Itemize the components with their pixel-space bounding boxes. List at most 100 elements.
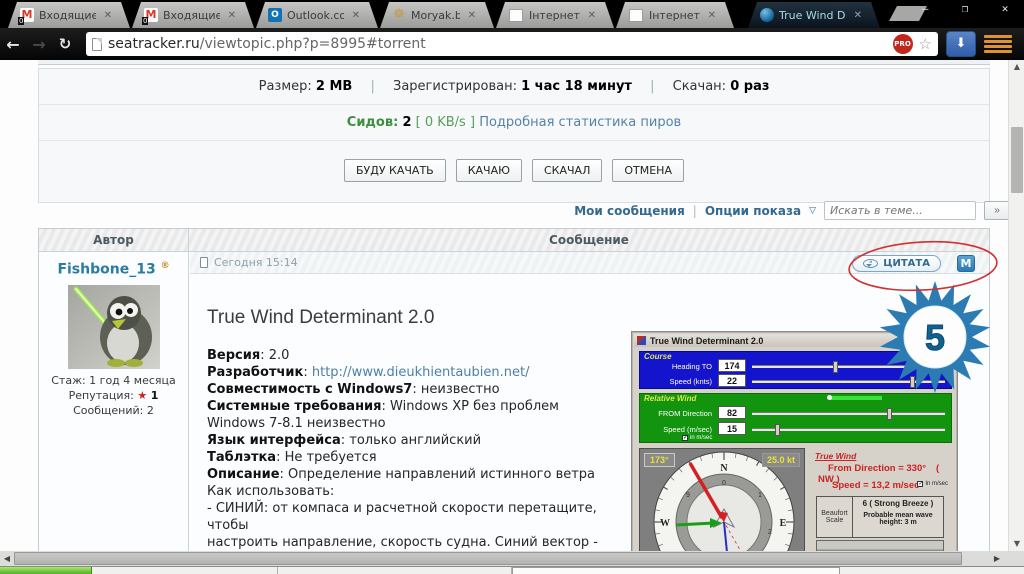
peer-statistics-link[interactable]: Подробная статистика пиров: [479, 115, 681, 130]
tab-title: Moryak.biz -: [411, 9, 460, 22]
moderator-button[interactable]: M: [957, 255, 975, 272]
svg-text:9: 9: [686, 492, 690, 499]
scroll-down-arrow[interactable]: ▼: [1009, 537, 1024, 551]
seatracker-icon: [760, 8, 774, 22]
restore-button[interactable]: ❐: [952, 0, 978, 18]
post-meta-row: Сегодня 15:14 ❝ ЦИТАТА M: [190, 252, 989, 274]
developer-link[interactable]: http://www.dieukhientaubien.net/: [312, 365, 530, 380]
scroll-up-arrow[interactable]: ▲: [1009, 60, 1024, 74]
url-text[interactable]: seatracker.ru/viewtopic.php?p=8995#torre…: [108, 36, 887, 52]
tab-title: Інтернет-пош: [649, 9, 700, 22]
back-button[interactable]: ←: [0, 35, 26, 54]
svg-text:2: 2: [768, 529, 772, 536]
post-line: Язык интерфейса: только английский: [207, 432, 637, 449]
tab-close-icon[interactable]: ✕: [465, 10, 476, 21]
download-manager-button[interactable]: ⬇: [946, 31, 976, 57]
vertical-scroll-thumb[interactable]: [1011, 127, 1023, 193]
ship-speed-value[interactable]: 22: [718, 374, 746, 387]
svg-text:W: W: [660, 518, 670, 529]
browser-tab-2[interactable]: M0Входящие - ✕: [132, 2, 254, 28]
close-window-button[interactable]: ✕: [992, 0, 1018, 18]
page-viewport: ❄❄❄❄❄❄❄❄ Размер: 2 MB | Зарегистрирован:…: [0, 60, 1024, 551]
post-line: Разработчик: http://www.dieukhientaubien…: [207, 364, 637, 381]
torrent-action-button-4[interactable]: ОТМЕНА: [612, 159, 684, 182]
scroll-left-arrow[interactable]: ◀: [0, 551, 14, 566]
menu-button[interactable]: [984, 31, 1012, 57]
svg-text:1: 1: [758, 492, 762, 499]
wind-speed-slider[interactable]: [752, 428, 945, 431]
post-line: Описание: Определение направлений истинн…: [207, 466, 637, 483]
post-line: Таблэтка: Не требуется: [207, 449, 637, 466]
forward-button[interactable]: →: [26, 35, 52, 54]
tab-close-icon[interactable]: ✕: [585, 10, 596, 21]
post-body: Версия: 2.0Разработчик: http://www.dieuk…: [207, 347, 637, 551]
rating-value: 5: [925, 317, 945, 358]
torrent-action-button-2[interactable]: КАЧАЮ: [456, 159, 522, 182]
table-header: Автор Сообщение: [39, 229, 989, 252]
torrent-action-button-1[interactable]: БУДУ КАЧАТЬ: [344, 159, 446, 182]
tab-close-icon[interactable]: ✕: [225, 10, 236, 21]
relative-wind-panel: Relative Wind FROM Direction 82 Speed (m…: [639, 393, 952, 443]
torrent-action-button-3[interactable]: СКАЧАЛ: [532, 159, 602, 182]
tab-close-icon[interactable]: ✕: [349, 10, 360, 21]
registered-label: Зарегистрирован:: [393, 79, 517, 94]
minimize-button[interactable]: —: [912, 0, 938, 18]
true-wind-units-checkbox[interactable]: ✓ In m/sec: [917, 481, 948, 487]
url-domain: seatracker.ru: [108, 36, 200, 52]
browser-tab-6[interactable]: Інтернет-пош ✕: [616, 2, 734, 28]
compass-heading-readout: 173°: [644, 453, 675, 467]
browser-window: M0Входящие - ✕M0Входящие - ✕OOutlook.com…: [0, 0, 1024, 574]
tab-strip: M0Входящие - ✕M0Входящие - ✕OOutlook.com…: [0, 0, 1024, 28]
document-icon: [509, 9, 523, 22]
bookmark-star-icon[interactable]: ☆: [919, 37, 932, 52]
tab-title: Входящие -: [39, 9, 96, 22]
horizontal-scrollbar[interactable]: ◀ ▶: [0, 551, 1024, 566]
wind-speed-units-checkbox[interactable]: ✓ in m/sec: [682, 435, 712, 441]
address-bar[interactable]: seatracker.ru/viewtopic.php?p=8995#torre…: [86, 32, 938, 56]
beaufort-scale-label: Beaufort Scale: [817, 497, 853, 537]
quote-button[interactable]: ❝ ЦИТАТА: [852, 255, 941, 272]
horizontal-scroll-thumb[interactable]: [14, 552, 962, 565]
browser-tab-7[interactable]: True Wind Det✕: [748, 2, 880, 28]
rating-badge: 5: [878, 280, 992, 394]
tab-close-icon[interactable]: ✕: [705, 10, 716, 21]
scroll-right-arrow[interactable]: ▶: [990, 551, 1004, 566]
post-line: настроить направление, скорость судна. С…: [207, 534, 637, 551]
browser-tab-1[interactable]: M0 Входящие - ✕: [8, 2, 130, 28]
reload-button[interactable]: ↻: [52, 35, 78, 53]
taskbar-green-segment[interactable]: [0, 567, 92, 574]
page-icon: [92, 38, 102, 51]
browser-tab-4[interactable]: ☸Moryak.biz - ✕: [380, 2, 494, 28]
message-column-header: Сообщение: [189, 229, 989, 251]
username-link[interactable]: Fishbone_13 ®: [39, 261, 188, 278]
search-in-topic-input[interactable]: [824, 201, 976, 220]
beaufort-table: Beaufort Scale 6 ( Strong Breeze ) Proba…: [816, 496, 944, 538]
author-cell: Fishbone_13 ®: [39, 252, 189, 551]
quote-bubble-icon: ❝: [863, 259, 878, 268]
vertical-scrollbar[interactable]: ▲ ▼: [1008, 60, 1024, 551]
document-icon: [629, 9, 643, 22]
pro-extension-badge[interactable]: PRO: [893, 34, 913, 54]
reputation-star-icon: ★: [137, 389, 147, 402]
wind-speed-value[interactable]: 15: [718, 422, 746, 435]
avatar: [68, 285, 160, 369]
browser-tab-5[interactable]: Інтернет-пош✕: [496, 2, 614, 28]
post-line: Как использовать:: [207, 483, 637, 500]
my-messages-link[interactable]: Мои сообщения: [574, 204, 685, 218]
chevron-down-icon[interactable]: ▽: [809, 206, 816, 216]
checkbox-icon: ✓: [682, 435, 688, 441]
display-options-link[interactable]: Опции показа: [705, 204, 801, 218]
app-title: True Wind Determinant 2.0: [650, 336, 763, 346]
tab-close-icon[interactable]: ✕: [851, 10, 862, 21]
search-go-button[interactable]: »: [984, 201, 1010, 220]
gmail-icon: M0: [20, 8, 34, 22]
tab-close-icon[interactable]: ✕: [101, 10, 112, 21]
browser-tab-3[interactable]: OOutlook.com✕: [256, 2, 378, 28]
wind-direction-value[interactable]: 82: [718, 406, 746, 419]
wind-direction-slider[interactable]: [752, 412, 945, 415]
author-column-header: Автор: [39, 229, 189, 251]
reputation-stat: Репутация: ★ 1: [39, 388, 188, 403]
heading-value[interactable]: 174: [718, 359, 746, 372]
post-date: Сегодня 15:14: [214, 256, 298, 269]
topic-controls: Мои сообщения | Опции показа ▽ »: [38, 201, 990, 223]
